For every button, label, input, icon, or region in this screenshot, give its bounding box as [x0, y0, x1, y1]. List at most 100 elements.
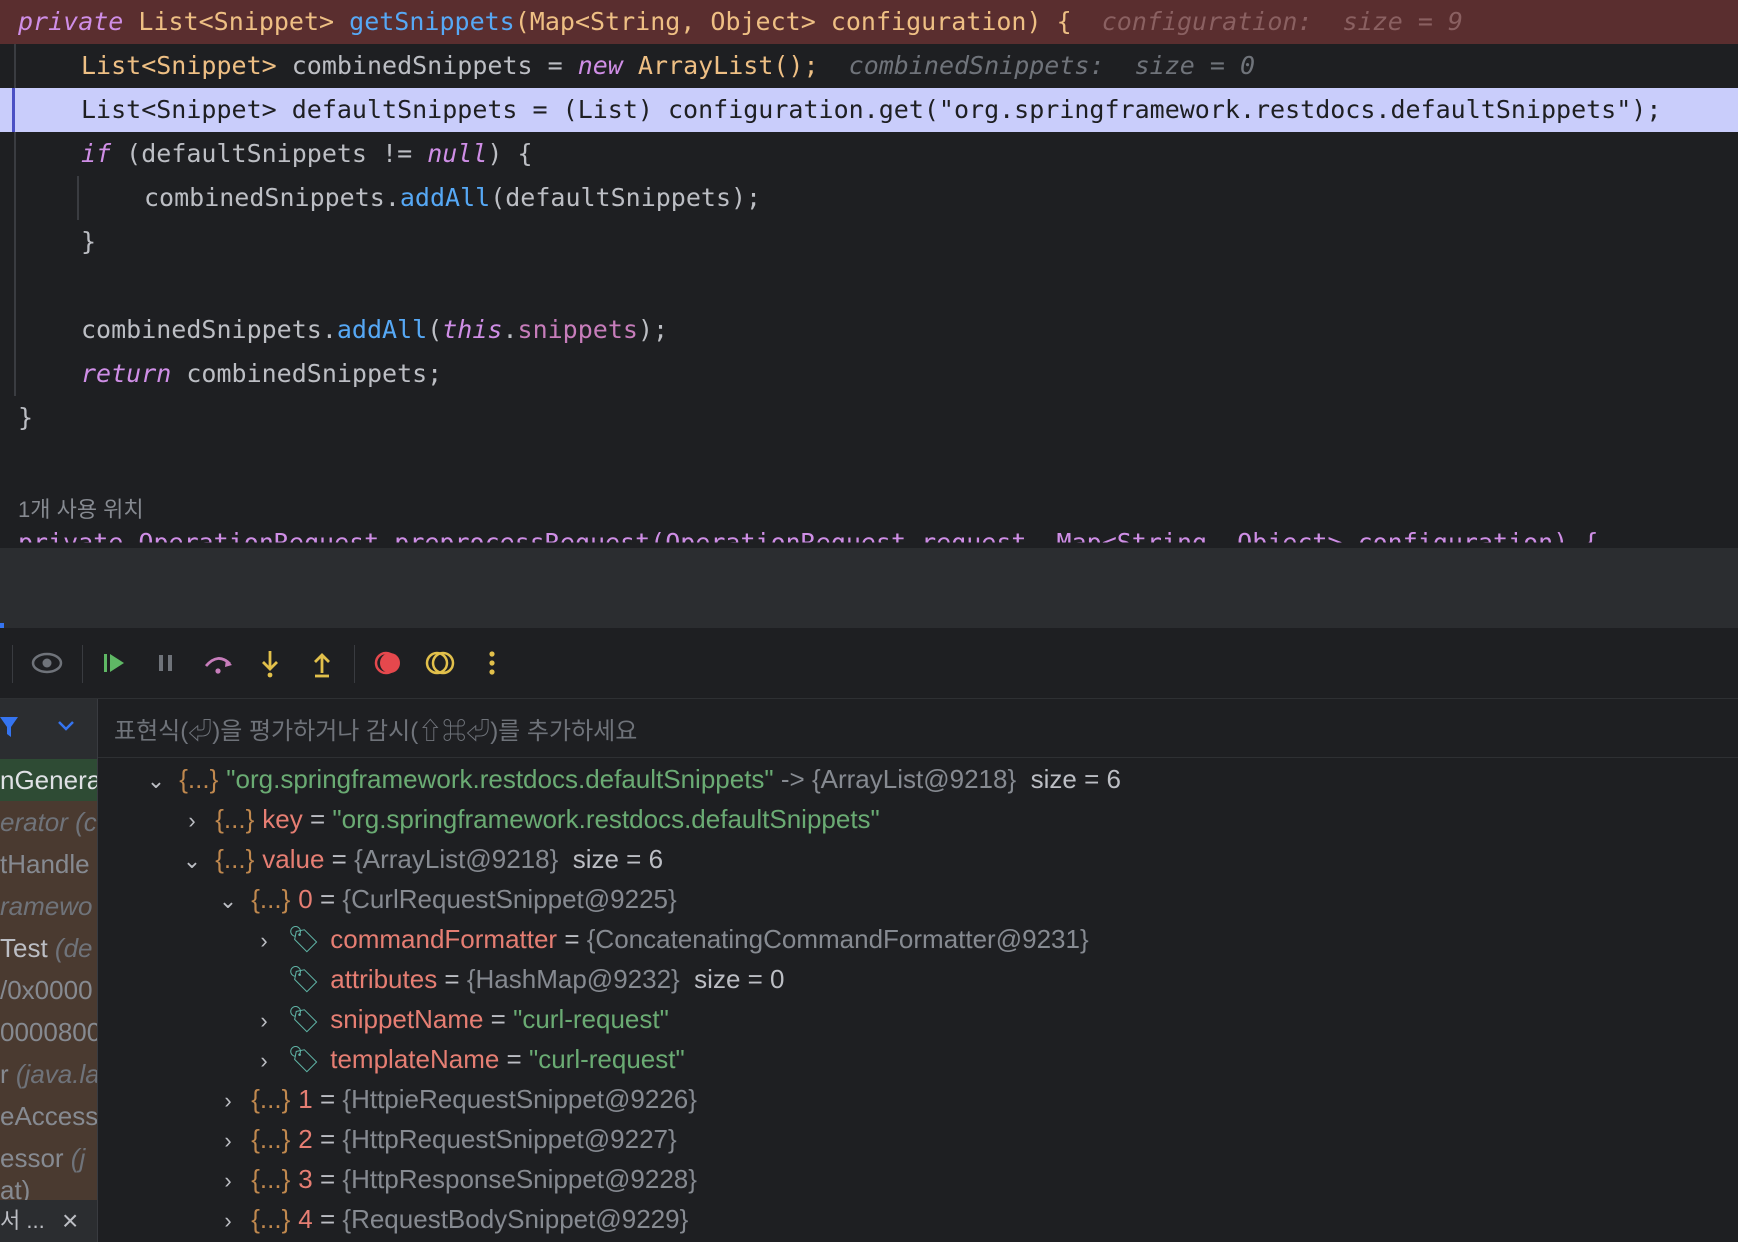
code-text: (defaultSnippets);	[490, 183, 762, 212]
code-text: (defaultSnippets !=	[111, 139, 428, 168]
constructor-call: ArrayList();	[622, 51, 819, 80]
chevron-down-icon[interactable]: ⌄	[176, 841, 208, 881]
mute-breakpoints-icon[interactable]	[417, 640, 463, 686]
variable-row[interactable]: › {...} key = "org.springframework.restdo…	[176, 799, 879, 841]
chevron-right-icon[interactable]: ›	[212, 1121, 244, 1161]
chevron-right-icon[interactable]: ›	[248, 1041, 280, 1081]
chevron-right-icon[interactable]: ›	[212, 1201, 244, 1241]
code-text: );	[637, 315, 669, 344]
code-line-execution-point[interactable]: List<Snippet> defaultSnippets = (List) c…	[0, 88, 1738, 132]
evaluate-expression-field[interactable]: 표현식(⏎)을 평가하거나 감시(⇧⌘⏎)를 추가하세요	[98, 699, 1738, 758]
chevron-right-icon[interactable]: ›	[248, 921, 280, 961]
variable-row[interactable]: › {...} 1 = {HttpieRequestSnippet@9226}	[212, 1079, 697, 1119]
method-call: addAll	[336, 315, 428, 344]
frame-item[interactable]: 0000800	[0, 1011, 97, 1053]
field-tag-icon: 🏷	[287, 964, 321, 994]
code-editor[interactable]: private List<Snippet> getSnippets(Map<St…	[0, 0, 1738, 548]
pause-icon[interactable]	[143, 640, 189, 686]
frame-item[interactable]: eAccess	[0, 1095, 97, 1137]
chevron-down-icon[interactable]: ⌄	[140, 761, 172, 801]
code-line-signature[interactable]: private List<Snippet> getSnippets(Map<St…	[0, 0, 1738, 44]
toolbar-separator	[354, 645, 355, 683]
variable-row[interactable]: ⌄ {...} value = {ArrayList@9218} size = 6	[176, 839, 663, 879]
keyword-private: private	[18, 7, 124, 36]
frames-status-bar: 서 ... ×	[0, 1200, 97, 1242]
code-text: combinedSnippets.	[144, 183, 400, 212]
chevron-down-icon[interactable]: ⌄	[212, 881, 244, 921]
object-icon: {...}	[179, 764, 219, 794]
chevron-right-icon[interactable]: ›	[248, 1001, 280, 1041]
inline-debug-value: configuration: size = 9	[1101, 7, 1463, 36]
code-text: combinedSnippets.	[81, 315, 337, 344]
field-tag-icon: 🏷	[287, 1044, 321, 1074]
code-line[interactable]: }	[0, 396, 1738, 440]
frame-item[interactable]: tHandle	[0, 843, 97, 885]
variable-row[interactable]: ⌄ {...} "org.springframework.restdocs.def…	[140, 759, 1121, 799]
frame-item[interactable]: /0x0000	[0, 969, 97, 1011]
step-over-icon[interactable]	[195, 640, 241, 686]
field-tag-icon: 🏷	[287, 924, 321, 954]
code-line[interactable]: }	[0, 220, 1738, 264]
editor-bottom-area	[0, 548, 1738, 628]
debug-toolbar	[0, 628, 1738, 699]
code-line[interactable]: return combinedSnippets;	[0, 352, 1738, 396]
object-icon: {...}	[215, 844, 255, 874]
step-out-icon[interactable]	[299, 640, 345, 686]
type-name: List<Snippet>	[81, 51, 277, 80]
variable-row[interactable]: › {...} 4 = {RequestBodySnippet@9229}	[212, 1199, 688, 1239]
toolbar-separator	[82, 645, 83, 683]
resume-icon[interactable]	[91, 640, 137, 686]
frame-item[interactable]: Test (de	[0, 927, 97, 969]
keyword-if: if	[81, 139, 112, 168]
frame-item[interactable]: ramewo	[0, 885, 97, 927]
chevron-right-icon[interactable]: ›	[212, 1081, 244, 1121]
keyword-null: null	[427, 139, 488, 168]
chevron-right-icon[interactable]: ›	[176, 801, 208, 841]
more-icon[interactable]	[469, 640, 515, 686]
variable-row[interactable]: › 🏷 commandFormatter = {ConcatenatingComm…	[248, 919, 1088, 961]
code-line[interactable]: List<Snippet> combinedSnippets = new Arr…	[0, 44, 1738, 88]
code-line-peek: private OperationRequest preprocessReque…	[18, 528, 1599, 548]
object-icon: {...}	[251, 1164, 291, 1194]
code-line[interactable]: if (defaultSnippets != null) {	[0, 132, 1738, 176]
variable-row[interactable]: › {...} 2 = {HttpRequestSnippet@9227}	[212, 1119, 676, 1161]
variable-row[interactable]: 🏷 attributes = {HashMap@9232} size = 0	[248, 959, 784, 999]
code-text: combinedSnippets =	[276, 51, 578, 80]
toolbar-separator	[12, 645, 13, 683]
code-line[interactable]: combinedSnippets.addAll(this.snippets);	[0, 308, 1738, 352]
usage-hint-link[interactable]: 1개 사용 위치	[18, 492, 144, 524]
keyword-new: new	[577, 51, 623, 80]
variable-row[interactable]: › 🏷 snippetName = "curl-request"	[248, 999, 669, 1039]
step-into-icon[interactable]	[247, 640, 293, 686]
inline-debug-value: combinedSnippets: size = 0	[848, 51, 1256, 80]
code-text: combinedSnippets;	[171, 359, 443, 388]
code-text: }	[81, 227, 97, 256]
code-line[interactable]: combinedSnippets.addAll(defaultSnippets)…	[0, 176, 1738, 220]
chevron-right-icon[interactable]: ›	[212, 1161, 244, 1201]
chevron-down-icon[interactable]	[56, 719, 76, 738]
frames-status-label: 서 ...	[0, 1208, 45, 1233]
frame-item[interactable]: erator (c	[0, 801, 97, 843]
variable-row[interactable]: ⌄ {...} 0 = {CurlRequestSnippet@9225}	[212, 879, 677, 919]
code-text: .	[502, 315, 518, 344]
variable-row[interactable]: › 🏷 templateName = "curl-request"	[248, 1039, 684, 1081]
object-icon: {...}	[251, 1084, 291, 1114]
method-call: addAll	[399, 183, 491, 212]
frame-item[interactable]: r (java.la	[0, 1053, 97, 1095]
execution-marker	[12, 88, 15, 132]
eval-placeholder: 표현식(⏎)을 평가하거나 감시(⇧⌘⏎)를 추가하세요	[114, 718, 638, 745]
object-icon: {...}	[251, 884, 291, 914]
field-name: snippets	[517, 315, 638, 344]
close-icon[interactable]: ×	[62, 1200, 78, 1242]
code-text: (	[427, 315, 443, 344]
frame-item[interactable]: essor (j	[0, 1137, 97, 1179]
eye-icon[interactable]	[24, 640, 70, 686]
code-text: ) {	[487, 139, 533, 168]
variable-row[interactable]: › {...} 3 = {HttpResponseSnippet@9228}	[212, 1159, 697, 1199]
filter-icon[interactable]	[0, 715, 20, 744]
return-type: List<Snippet>	[138, 7, 335, 36]
breakpoints-icon[interactable]	[365, 640, 411, 686]
frame-item[interactable]: at)	[0, 1179, 97, 1201]
object-icon: {...}	[215, 804, 255, 834]
frame-item[interactable]: nGenera	[0, 759, 97, 801]
